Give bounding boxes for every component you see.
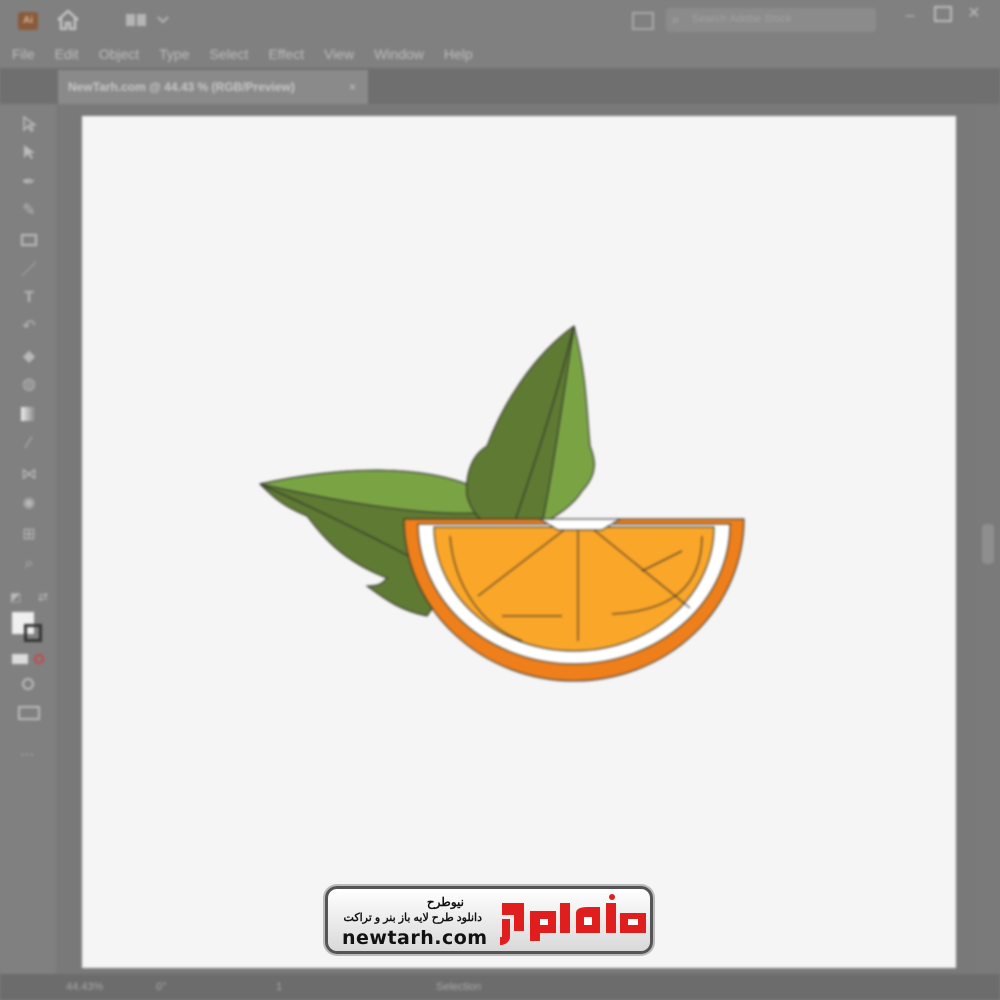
menu-window[interactable]: Window	[374, 46, 424, 62]
search-placeholder: Search Adobe Stock	[692, 13, 792, 25]
menu-select[interactable]: Select	[210, 46, 249, 62]
artboard[interactable]	[82, 116, 956, 968]
vertical-scrollbar[interactable]	[976, 104, 1000, 974]
scrollbar-thumb[interactable]	[982, 524, 994, 564]
top-leaf	[466, 325, 595, 525]
title-bar: Ai ⌕ Search Adobe Stock – ×	[0, 0, 1000, 40]
none-color-icon[interactable]	[34, 654, 44, 664]
workspace-switcher-icon[interactable]	[126, 12, 172, 28]
rotate-tool-icon[interactable]: ↶	[18, 316, 40, 336]
default-colors-icon[interactable]: ◩	[10, 590, 21, 604]
document-tab-bar: NewTarh.com @ 44.43 % (RGB/Preview) ×	[0, 68, 1000, 104]
tools-panel: ✒ ✎ ／ T ↶ ◆ ◍ ⁄ ⋈ ✺ ⊞ ⌕ ⇄ ◩ ⋯	[0, 104, 56, 974]
edit-toolbar-icon[interactable]: ⋯	[20, 746, 34, 763]
newtarh-logo-mark	[500, 894, 646, 945]
close-window-button[interactable]: ×	[966, 3, 982, 23]
type-tool-icon[interactable]: T	[18, 288, 40, 308]
paintbrush-tool-icon[interactable]: ／	[18, 258, 40, 279]
artboard-tool-icon[interactable]: ⊞	[18, 524, 40, 544]
rotation-value[interactable]: 0°	[156, 981, 216, 993]
direct-selection-tool-icon[interactable]	[18, 142, 40, 162]
rectangle-tool-icon[interactable]	[18, 230, 40, 250]
zoom-tool-icon[interactable]: ⌕	[18, 554, 40, 574]
blend-tool-icon[interactable]: ⋈	[18, 464, 40, 484]
gradient-tool-icon[interactable]	[18, 404, 40, 424]
pen-tool-icon[interactable]: ✒	[18, 172, 40, 192]
search-icon: ⌕	[672, 11, 680, 27]
shape-builder-tool-icon[interactable]: ◍	[18, 374, 40, 394]
maximize-button[interactable]	[934, 6, 952, 22]
menu-bar: File Edit Object Type Select Effect View…	[0, 40, 1000, 68]
symbol-sprayer-tool-icon[interactable]: ✺	[18, 494, 40, 514]
close-tab-icon[interactable]: ×	[349, 70, 356, 104]
canvas-area[interactable]	[56, 104, 976, 974]
swap-colors-icon[interactable]: ⇄	[38, 590, 48, 604]
zoom-level[interactable]: 44.43%	[66, 981, 136, 993]
document-tab[interactable]: NewTarh.com @ 44.43 % (RGB/Preview) ×	[58, 70, 368, 104]
menu-view[interactable]: View	[324, 46, 354, 62]
menu-object[interactable]: Object	[99, 46, 139, 62]
document-tab-title: NewTarh.com @ 44.43 % (RGB/Preview)	[68, 80, 295, 94]
current-tool-name: Selection	[436, 981, 482, 993]
arrange-documents-icon[interactable]	[632, 12, 654, 30]
color-mode-icon[interactable]	[12, 654, 28, 664]
menu-file[interactable]: File	[12, 46, 35, 62]
menu-edit[interactable]: Edit	[55, 46, 79, 62]
illustrator-window: Ai ⌕ Search Adobe Stock – × File Edit Ob…	[0, 0, 1000, 1000]
newtarh-watermark-badge: نیوطرح دانلود طرح لایه باز بنر و تراکت n…	[325, 886, 653, 954]
eyedropper-tool-icon[interactable]: ⁄	[18, 434, 40, 454]
orange-slice	[403, 518, 745, 682]
home-icon[interactable]	[56, 9, 80, 31]
search-field[interactable]: ⌕ Search Adobe Stock	[666, 8, 876, 32]
menu-help[interactable]: Help	[444, 46, 473, 62]
artboard-navigator[interactable]: 1	[276, 981, 316, 993]
minimize-button[interactable]: –	[902, 8, 918, 24]
watermark-url: newtarh.com	[342, 927, 488, 949]
orange-slice-illustration	[259, 325, 745, 682]
watermark-name: نیوطرح	[426, 895, 464, 909]
stroke-swatch[interactable]	[24, 624, 42, 642]
app-logo[interactable]: Ai	[18, 12, 38, 30]
status-bar: 44.43% 0° 1 Selection	[0, 974, 1000, 1000]
curvature-tool-icon[interactable]: ✎	[18, 200, 40, 220]
eraser-tool-icon[interactable]: ◆	[18, 346, 40, 366]
screen-mode-icon[interactable]	[18, 706, 40, 720]
menu-effect[interactable]: Effect	[268, 46, 304, 62]
selection-tool-icon[interactable]	[18, 114, 40, 134]
menu-type[interactable]: Type	[159, 46, 189, 62]
drawing-mode-icon[interactable]	[22, 678, 34, 690]
watermark-tagline: دانلود طرح لایه باز بنر و تراکت	[343, 912, 482, 924]
